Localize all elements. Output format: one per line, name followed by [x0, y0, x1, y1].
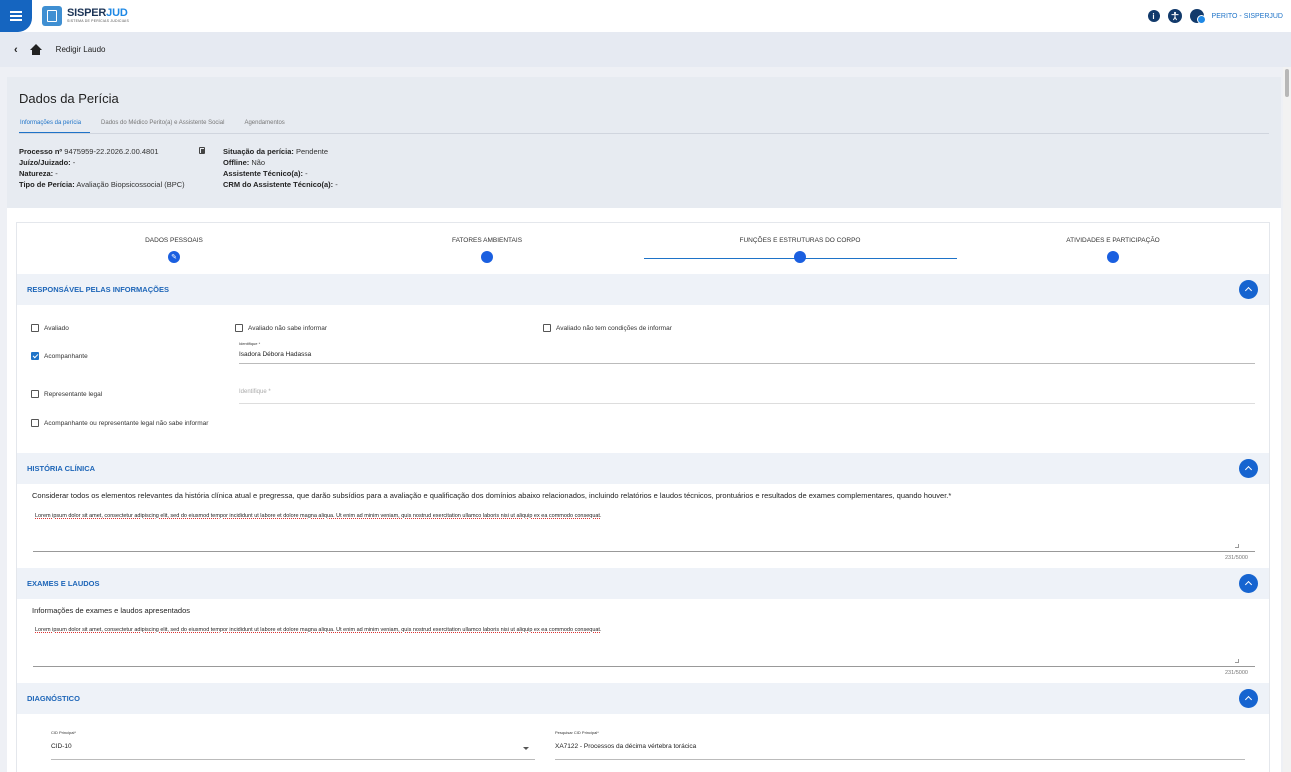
info-icon[interactable]: i	[1147, 10, 1160, 22]
collapse-historia-button[interactable]	[1239, 459, 1258, 478]
section-exames-laudos: EXAMES E LAUDOS	[17, 568, 1269, 599]
section-responsavel: RESPONSÁVEL PELAS INFORMAÇÕES	[17, 274, 1269, 305]
checkbox-box[interactable]	[31, 324, 39, 332]
logo-icon	[42, 6, 62, 26]
pericia-info: Processo nº 9475959-22.2026.2.00.4801 Ju…	[19, 146, 1269, 190]
breadcrumb: ‹ Redigir Laudo	[0, 32, 1291, 67]
checkbox-box[interactable]	[543, 324, 551, 332]
tab-agendamentos[interactable]: Agendamentos	[243, 120, 293, 133]
collapse-exames-button[interactable]	[1239, 574, 1258, 593]
logo-subtitle: SISTEMA DE PERÍCIAS JUDICIAIS	[67, 19, 130, 24]
dados-pericia-title: Dados da Perícia	[19, 91, 119, 106]
checkbox-avaliado-sem-condicoes[interactable]: Avaliado não tem condições de informar	[543, 324, 672, 332]
checkbox-representante[interactable]: Representante legal	[31, 390, 102, 398]
step-dados-pessoais[interactable]: DADOS PESSOAIS ✎	[74, 237, 274, 263]
assistente-line: Assistente Técnico(a): -	[223, 169, 308, 178]
step-dot	[794, 251, 806, 263]
main-content: Dados da Perícia Informações da perícia …	[7, 77, 1281, 772]
home-icon[interactable]	[29, 44, 42, 55]
juizo-line: Juízo/Juizado: -	[19, 158, 76, 167]
checkbox-acomp-nao-sabe[interactable]: Acompanhante ou representante legal não …	[31, 419, 208, 427]
processo-line: Processo nº 9475959-22.2026.2.00.4801	[19, 147, 159, 156]
cid-principal-select[interactable]: CID Principal* CID-10	[51, 730, 535, 760]
exames-textarea[interactable]	[33, 666, 1255, 667]
checkbox-box[interactable]	[235, 324, 243, 332]
copy-icon[interactable]	[199, 147, 205, 154]
identifique-representante-field[interactable]: Identifique *	[239, 383, 1255, 404]
tipo-pericia-line: Tipo de Perícia: Avaliação Biopsicossoci…	[19, 180, 185, 189]
processo-number: 9475959-22.2026.2.00.4801	[64, 147, 159, 156]
checkbox-box[interactable]	[31, 390, 39, 398]
exames-textarea-text[interactable]: Lorem ipsum dolor sit amet, consectetur …	[35, 627, 602, 633]
checkbox-box-checked[interactable]	[31, 352, 39, 360]
identifique-acompanhante-field[interactable]: Identifique * Isadora Débora Hadassa	[239, 341, 1255, 364]
offline-line: Offline: Não	[223, 158, 266, 167]
top-bar: SISPERJUD SISTEMA DE PERÍCIAS JUDICIAIS …	[0, 0, 1291, 32]
resize-handle-icon[interactable]	[1235, 659, 1239, 663]
checkbox-avaliado[interactable]: Avaliado	[31, 324, 69, 332]
edit-icon: ✎	[168, 251, 180, 263]
pesquisar-cid-field[interactable]: Pesquisar CID Principal* XA7122 - Proces…	[555, 730, 1245, 760]
historia-textarea[interactable]	[33, 551, 1255, 552]
user-name[interactable]: PERITO - SISPERJUD	[1212, 13, 1283, 20]
checkbox-box[interactable]	[31, 419, 39, 427]
collapse-responsavel-button[interactable]	[1239, 280, 1258, 299]
natureza-line: Natureza: -	[19, 169, 58, 178]
crm-line: CRM do Assistente Técnico(a): -	[223, 180, 338, 189]
section-historia-clinica: HISTÓRIA CLÍNICA	[17, 453, 1269, 484]
step-dot	[1107, 251, 1119, 263]
exames-prompt: Informações de exames e laudos apresenta…	[32, 606, 191, 615]
scrollbar-thumb[interactable]	[1285, 69, 1289, 97]
tab-informacoes[interactable]: Informações da perícia	[19, 120, 91, 133]
user-account-icon[interactable]	[1189, 9, 1206, 24]
back-arrow-icon[interactable]: ‹	[14, 44, 18, 56]
resize-handle-icon[interactable]	[1235, 544, 1239, 548]
stepper: DADOS PESSOAIS ✎ FATORES AMBIENTAIS FUNÇ…	[17, 223, 1269, 275]
step-fatores-ambientais[interactable]: FATORES AMBIENTAIS	[387, 237, 587, 263]
logo-title: SISPERJUD	[67, 7, 128, 20]
hamburger-menu-button[interactable]	[0, 0, 32, 32]
historia-prompt: Considerar todos os elementos relevantes…	[32, 491, 952, 500]
checkbox-avaliado-nao-sabe[interactable]: Avaliado não sabe informar	[235, 324, 327, 332]
page-scrollbar[interactable]	[1283, 67, 1291, 772]
step-funcoes-estruturas[interactable]: FUNÇÕES E ESTRUTURAS DO CORPO	[700, 237, 900, 263]
page-title: Redigir Laudo	[55, 45, 106, 54]
step-atividades-participacao[interactable]: ATIVIDADES E PARTICIPAÇÃO	[1013, 237, 1213, 263]
app-logo[interactable]: SISPERJUD SISTEMA DE PERÍCIAS JUDICIAIS	[42, 6, 129, 26]
collapse-diagnostico-button[interactable]	[1239, 689, 1258, 708]
historia-char-counter: 231/5000	[1225, 555, 1248, 561]
exames-char-counter: 231/5000	[1225, 670, 1248, 676]
historia-textarea-text[interactable]: Lorem ipsum dolor sit amet, consectetur …	[35, 513, 602, 519]
pericia-tabs: Informações da perícia Dados do Médico P…	[19, 120, 1269, 134]
tab-dados-medico[interactable]: Dados do Médico Perito(a) e Assistente S…	[100, 120, 233, 133]
laudo-form: DADOS PESSOAIS ✎ FATORES AMBIENTAIS FUNÇ…	[16, 222, 1270, 772]
checkbox-acompanhante[interactable]: Acompanhante	[31, 352, 88, 360]
step-dot	[481, 251, 493, 263]
chevron-down-icon[interactable]	[523, 747, 529, 750]
situacao-line: Situação da perícia: Pendente	[223, 147, 329, 156]
accessibility-icon[interactable]	[1167, 9, 1182, 23]
menu-icon	[10, 15, 22, 17]
dados-pericia-panel: Dados da Perícia Informações da perícia …	[7, 77, 1281, 208]
section-diagnostico: DIAGNÓSTICO	[17, 683, 1269, 714]
